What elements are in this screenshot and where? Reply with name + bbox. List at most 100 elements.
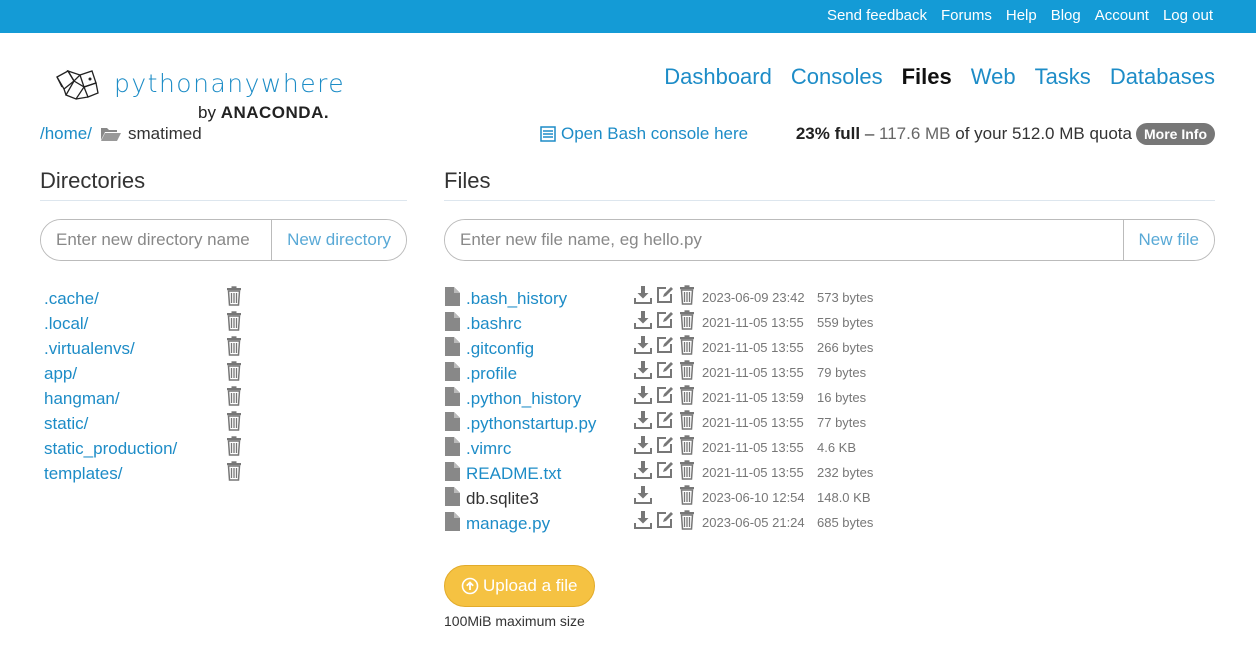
new-file-button[interactable]: New file bbox=[1122, 220, 1214, 260]
trash-icon[interactable] bbox=[226, 286, 242, 306]
download-icon[interactable] bbox=[634, 310, 652, 329]
trash-icon[interactable] bbox=[679, 460, 695, 480]
edit-icon[interactable] bbox=[656, 410, 674, 429]
more-info-button[interactable]: More Info bbox=[1136, 123, 1215, 145]
file-name[interactable]: .gitconfig bbox=[466, 339, 534, 359]
directory-link[interactable]: .cache/ bbox=[44, 289, 99, 309]
trash-icon[interactable] bbox=[679, 335, 695, 355]
trash-icon[interactable] bbox=[226, 386, 242, 406]
trash-icon[interactable] bbox=[679, 285, 695, 305]
edit-icon[interactable] bbox=[656, 310, 674, 329]
download-icon[interactable] bbox=[634, 510, 652, 529]
top-nav-link[interactable]: Blog bbox=[1051, 7, 1081, 24]
new-directory-group: New directory bbox=[40, 219, 407, 261]
directory-link[interactable]: .virtualenvs/ bbox=[44, 339, 135, 359]
edit-icon[interactable] bbox=[656, 335, 674, 354]
directory-link[interactable]: app/ bbox=[44, 364, 77, 384]
edit-icon[interactable] bbox=[656, 360, 674, 379]
file-date: 2021-11-05 13:55 bbox=[702, 365, 804, 380]
trash-icon[interactable] bbox=[679, 485, 695, 505]
file-date: 2021-11-05 13:55 bbox=[702, 315, 804, 330]
file-size: 266 bytes bbox=[817, 340, 874, 355]
main-nav-tab[interactable]: Web bbox=[971, 64, 1016, 90]
top-nav-link[interactable]: Forums bbox=[941, 7, 992, 24]
directory-link[interactable]: static_production/ bbox=[44, 439, 177, 459]
main-nav-tab[interactable]: Files bbox=[902, 64, 952, 90]
file-name: db.sqlite3 bbox=[466, 489, 539, 508]
new-directory-input[interactable] bbox=[41, 220, 272, 260]
file-row: .pythonstartup.py 2021-11-05 13:55 77 byte… bbox=[444, 410, 1215, 438]
download-icon[interactable] bbox=[634, 285, 652, 304]
directory-link[interactable]: templates/ bbox=[44, 464, 122, 484]
quota-dash: – bbox=[864, 124, 875, 143]
file-name[interactable]: manage.py bbox=[466, 514, 550, 534]
download-icon[interactable] bbox=[634, 335, 652, 354]
main-nav-tab[interactable]: Tasks bbox=[1035, 64, 1091, 90]
edit-icon[interactable] bbox=[656, 285, 674, 304]
file-icon bbox=[445, 312, 460, 331]
file-size: 16 bytes bbox=[817, 390, 867, 405]
trash-icon[interactable] bbox=[679, 410, 695, 430]
trash-icon[interactable] bbox=[226, 436, 242, 456]
trash-icon[interactable] bbox=[679, 385, 695, 405]
edit-icon[interactable] bbox=[656, 460, 674, 479]
file-size: 559 bytes bbox=[817, 315, 874, 330]
download-icon[interactable] bbox=[634, 360, 652, 379]
trash-icon[interactable] bbox=[226, 461, 242, 481]
top-bar: Send feedback Forums Help Blog Account Log ou… bbox=[0, 0, 1256, 33]
trash-icon[interactable] bbox=[679, 360, 695, 380]
logo-by: by ANACONDA. bbox=[198, 103, 329, 123]
trash-icon[interactable] bbox=[226, 311, 242, 331]
top-nav-link[interactable]: Log out bbox=[1163, 7, 1213, 24]
file-name[interactable]: README.txt bbox=[466, 464, 561, 484]
download-icon[interactable] bbox=[634, 385, 652, 404]
file-name[interactable]: .bashrc bbox=[466, 314, 522, 334]
upload-circle-icon bbox=[461, 577, 479, 595]
file-name[interactable]: .profile bbox=[466, 364, 517, 384]
new-file-input[interactable] bbox=[445, 220, 1123, 260]
top-nav-link[interactable]: Send feedback bbox=[827, 7, 927, 24]
open-bash-console-link[interactable]: Open Bash console here bbox=[540, 124, 748, 144]
edit-icon[interactable] bbox=[656, 435, 674, 454]
files-title: Files bbox=[444, 168, 491, 193]
top-nav-link[interactable]: Account bbox=[1095, 7, 1149, 24]
directory-link[interactable]: hangman/ bbox=[44, 389, 120, 409]
file-name[interactable]: .bash_history bbox=[466, 289, 567, 309]
files-divider bbox=[444, 200, 1215, 201]
trash-icon[interactable] bbox=[226, 411, 242, 431]
top-nav: Send feedback Forums Help Blog Account Log ou… bbox=[813, 7, 1213, 24]
file-row: manage.py 2023-06-05 21:24 685 bytes bbox=[444, 510, 1215, 538]
download-icon[interactable] bbox=[634, 485, 652, 504]
file-icon bbox=[445, 387, 460, 406]
breadcrumb-home[interactable]: /home/ bbox=[40, 124, 92, 144]
main-nav-tab[interactable]: Dashboard bbox=[664, 64, 772, 90]
file-row: .bashrc 2021-11-05 13:55 559 bytes bbox=[444, 310, 1215, 338]
directory-link[interactable]: static/ bbox=[44, 414, 88, 434]
upload-file-button[interactable]: Upload a file bbox=[444, 565, 595, 607]
file-name[interactable]: .python_history bbox=[466, 389, 581, 409]
file-date: 2021-11-05 13:55 bbox=[702, 415, 804, 430]
file-name[interactable]: .vimrc bbox=[466, 439, 511, 459]
file-date: 2021-11-05 13:55 bbox=[702, 465, 804, 480]
download-icon[interactable] bbox=[634, 410, 652, 429]
breadcrumb: /home/ smatimed bbox=[40, 124, 202, 144]
trash-icon[interactable] bbox=[226, 336, 242, 356]
edit-icon[interactable] bbox=[656, 510, 674, 529]
trash-icon[interactable] bbox=[679, 310, 695, 330]
edit-icon[interactable] bbox=[656, 385, 674, 404]
file-list: .bash_history 2023-06-09 23:42 573 bytes .b… bbox=[444, 285, 1215, 538]
file-icon bbox=[445, 362, 460, 381]
directory-link[interactable]: .local/ bbox=[44, 314, 88, 334]
main-nav-tab[interactable]: Databases bbox=[1110, 64, 1215, 90]
directory-row: static/ bbox=[40, 411, 407, 439]
file-size: 573 bytes bbox=[817, 290, 874, 305]
new-directory-button[interactable]: New directory bbox=[271, 220, 406, 260]
download-icon[interactable] bbox=[634, 435, 652, 454]
trash-icon[interactable] bbox=[679, 510, 695, 530]
trash-icon[interactable] bbox=[679, 435, 695, 455]
main-nav-tab[interactable]: Consoles bbox=[791, 64, 883, 90]
download-icon[interactable] bbox=[634, 460, 652, 479]
top-nav-link[interactable]: Help bbox=[1006, 7, 1037, 24]
trash-icon[interactable] bbox=[226, 361, 242, 381]
file-name[interactable]: .pythonstartup.py bbox=[466, 414, 596, 434]
